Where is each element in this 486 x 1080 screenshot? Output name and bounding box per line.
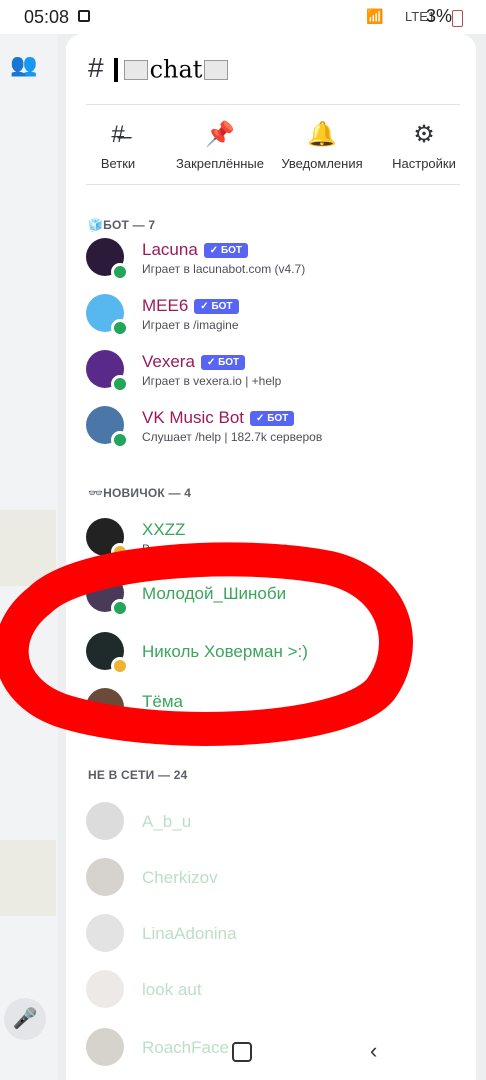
channel-panel: # chat #̶ Ветки 📌 Закреплённые 🔔 Уведомле… [66,34,476,1080]
member-name: XXZZ [142,520,186,539]
member-name: look aut [142,980,202,999]
avatar [86,914,124,952]
idle-status-icon [111,657,129,675]
notifications-label: Уведомления [281,156,363,171]
section-bots-label: БОТ — 7 [103,218,156,232]
member-item[interactable]: A_b_u [86,802,466,848]
notifications-button[interactable]: 🔔 Уведомления [272,120,372,171]
member-name: Lacuna [142,240,198,259]
member-item[interactable]: Lacuna ✓ БОТ Играет в lacunabot.com (v4.7… [86,238,466,284]
notification-icon [78,10,90,22]
channel-title: # chat [88,52,230,84]
threads-icon: #̶ [111,121,125,148]
hash-icon: # [88,52,104,83]
member-name-wrap: Lacuna ✓ БОТ [142,240,249,260]
wifi-icon: 📶 [366,8,384,24]
online-status-icon [111,713,129,731]
section-bots: 🧊БОТ — 7 [88,218,155,232]
online-status-icon [111,431,129,449]
avatar [86,970,124,1008]
message-highlight [0,510,56,586]
document-icon [204,59,229,80]
bot-role-icon: 🧊 [88,218,104,232]
status-time: 05:08 [24,7,70,27]
member-item[interactable]: Cherkizov [86,858,466,904]
member-item[interactable]: Николь Ховерман >:) [86,632,466,678]
members-icon[interactable]: 👥 [10,52,37,78]
member-status: В отпуске с 13.06 по 24.06 [142,542,289,556]
member-name: Тёма [142,692,183,711]
bot-badge: ✓ БОТ [200,355,246,371]
battery-icon [452,10,463,27]
member-name: Молодой_Шиноби [142,584,287,603]
microphone-icon: 🎤 [12,1008,38,1030]
divider [86,184,460,185]
pinned-button[interactable]: 📌 Закреплённые [170,120,270,171]
pin-icon: 📌 [205,121,235,148]
online-status-icon [111,375,129,393]
member-name-wrap: Vexera ✓ БОТ [142,352,246,372]
member-name: Vexera [142,352,195,371]
navigation-bar: ‹ [0,1028,486,1080]
avatar [86,802,124,840]
bot-badge: ✓ БОТ [194,299,239,315]
online-status-icon [111,263,129,281]
threads-button[interactable]: #̶ Ветки [68,120,168,171]
threads-label: Ветки [100,156,136,171]
document-icon [123,59,148,80]
member-item[interactable]: Vexera ✓ БОТ Играет в vexera.io | +help [86,350,466,396]
divider [86,104,460,105]
member-status: Играет в /imagine [142,318,239,332]
background-chat: 👥 в 🎤 [0,34,58,1080]
member-name: Николь Ховерман >:) [142,642,308,661]
member-status: Слушает /help | 182.7k серверов [142,430,323,444]
glasses-icon: 👓 [88,486,104,500]
channel-name: chat [149,55,203,84]
member-status: Играет в vexera.io | +help [142,374,282,388]
bell-icon: 🔔 [307,121,337,148]
bot-badge: ✓ БОТ [250,411,295,427]
settings-button[interactable]: ⚙ Настройки [374,120,474,171]
gear-icon: ⚙ [413,121,435,148]
member-name: A_b_u [142,812,192,831]
member-item[interactable]: LinaAdonina [86,914,466,960]
title-decoration [113,57,118,82]
online-status-icon [111,599,129,617]
status-bar: 05:08 📶 LTE1 3% [0,0,486,34]
member-name: Cherkizov [142,868,218,887]
pinned-label: Закреплённые [175,156,265,171]
channel-actions: #̶ Ветки 📌 Закреплённые 🔔 Уведомления ⚙ … [66,120,476,184]
member-item[interactable]: Тёма [86,688,466,734]
message-highlight [0,840,56,916]
settings-label: Настройки [392,156,456,171]
member-item[interactable]: VK Music Bot ✓ БОТ Слушает /help | 182.7k… [86,406,466,452]
back-icon[interactable]: ‹ [370,1038,377,1064]
member-name: MEE6 [142,296,189,315]
member-name-wrap: MEE6 ✓ БОТ [142,296,239,316]
online-status-icon [111,319,129,337]
member-item[interactable]: XXZZ В отпуске с 13.06 по 24.06 [86,518,466,564]
member-item[interactable]: MEE6 ✓ БОТ Играет в /imagine [86,294,466,340]
member-name: VK Music Bot [142,408,245,427]
member-item[interactable]: look aut [86,970,466,1016]
member-item[interactable]: Молодой_Шиноби [86,574,466,620]
home-icon[interactable] [232,1042,252,1062]
section-offline: НЕ В СЕТИ — 24 [88,768,188,782]
section-newbie-label: НОВИЧОК — 4 [103,486,192,500]
section-newbie: 👓НОВИЧОК — 4 [88,486,191,500]
avatar [86,858,124,896]
member-status: Играет в lacunabot.com (v4.7) [142,262,306,276]
battery-level: 3% [426,6,453,26]
member-name: LinaAdonina [142,924,237,943]
bot-badge: ✓ БОТ [203,243,249,259]
idle-status-icon [111,543,129,561]
partial-text: в [2,638,11,655]
member-name-wrap: VK Music Bot ✓ БОТ [142,408,295,428]
